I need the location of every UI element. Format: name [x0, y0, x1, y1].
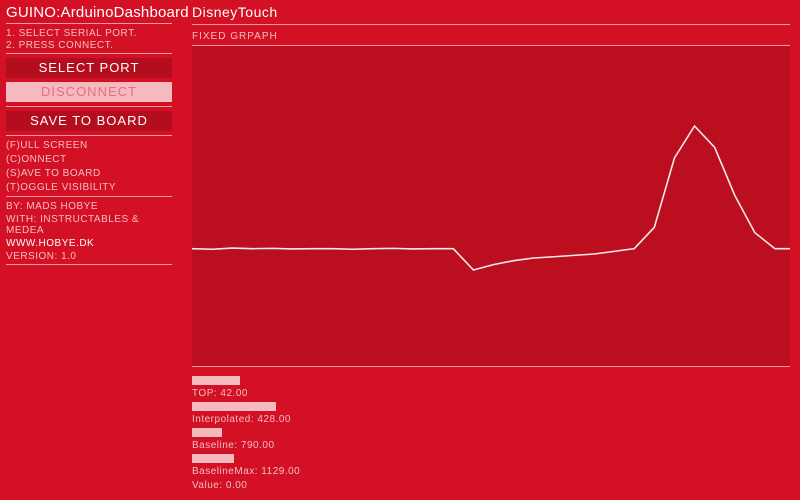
- credit-with: WITH: INSTRUCTABLES & MEDEA: [6, 214, 172, 236]
- save-to-board-button[interactable]: SAVE TO BOARD: [6, 111, 172, 131]
- readout-row: [192, 376, 790, 385]
- sidebar: GUINO:ArduinoDashboard 1. SELECT SERIAL …: [0, 0, 178, 500]
- setup-step-1: 1. SELECT SERIAL PORT.: [6, 28, 172, 39]
- divider: [6, 53, 172, 54]
- readout-bar[interactable]: [192, 402, 276, 411]
- page-title: DisneyTouch: [192, 4, 790, 20]
- graph-label: FIXED GRPAPH: [192, 31, 790, 42]
- keyboard-shortcuts: (F)ULL SCREEN (C)ONNECT (S)AVE TO BOARD …: [6, 140, 172, 193]
- readout-row: Value: 0.00: [192, 480, 790, 491]
- readout-label: Baseline: 790.00: [192, 440, 275, 451]
- shortcut-fullscreen: (F)ULL SCREEN: [6, 140, 172, 151]
- select-port-button[interactable]: SELECT PORT: [6, 58, 172, 78]
- readout-label-row: Baseline: 790.00: [192, 440, 790, 451]
- readout-label: Value: 0.00: [192, 480, 247, 491]
- graph-line: [192, 126, 790, 270]
- readouts: TOP: 42.00 Interpolated: 428.00 Baseline: …: [192, 373, 790, 494]
- fixed-graph: [192, 45, 790, 367]
- credits: BY: MADS HOBYE WITH: INSTRUCTABLES & MED…: [6, 201, 172, 262]
- credit-author: BY: MADS HOBYE: [6, 201, 172, 212]
- disconnect-button[interactable]: DISCONNECT: [6, 82, 172, 102]
- readout-label-row: TOP: 42.00: [192, 388, 790, 399]
- divider: [6, 106, 172, 107]
- graph-canvas: [192, 46, 790, 366]
- readout-label: TOP: 42.00: [192, 388, 248, 399]
- readout-bar[interactable]: [192, 428, 222, 437]
- main-panel: DisneyTouch FIXED GRPAPH TOP: 42.00 Inter…: [178, 0, 800, 500]
- credit-version: VERSION: 1.0: [6, 251, 172, 262]
- readout-label-row: Interpolated: 428.00: [192, 414, 790, 425]
- readout-row: [192, 454, 790, 463]
- readout-row: [192, 428, 790, 437]
- divider: [6, 196, 172, 197]
- readout-row: [192, 402, 790, 411]
- setup-step-2: 2. PRESS CONNECT.: [6, 40, 172, 51]
- readout-bar[interactable]: [192, 454, 234, 463]
- shortcut-save: (S)AVE TO BOARD: [6, 168, 172, 179]
- app-title: GUINO:ArduinoDashboard: [6, 4, 172, 21]
- divider: [6, 23, 172, 24]
- credit-url[interactable]: WWW.HOBYE.DK: [6, 238, 94, 249]
- readout-label: BaselineMax: 1129.00: [192, 466, 300, 477]
- divider: [6, 264, 172, 265]
- readout-bar[interactable]: [192, 376, 240, 385]
- readout-label-row: BaselineMax: 1129.00: [192, 466, 790, 477]
- readout-label: Interpolated: 428.00: [192, 414, 291, 425]
- shortcut-connect: (C)ONNECT: [6, 154, 172, 165]
- divider: [6, 135, 172, 136]
- shortcut-toggle: (T)OGGLE VISIBILITY: [6, 182, 172, 193]
- divider: [192, 24, 790, 25]
